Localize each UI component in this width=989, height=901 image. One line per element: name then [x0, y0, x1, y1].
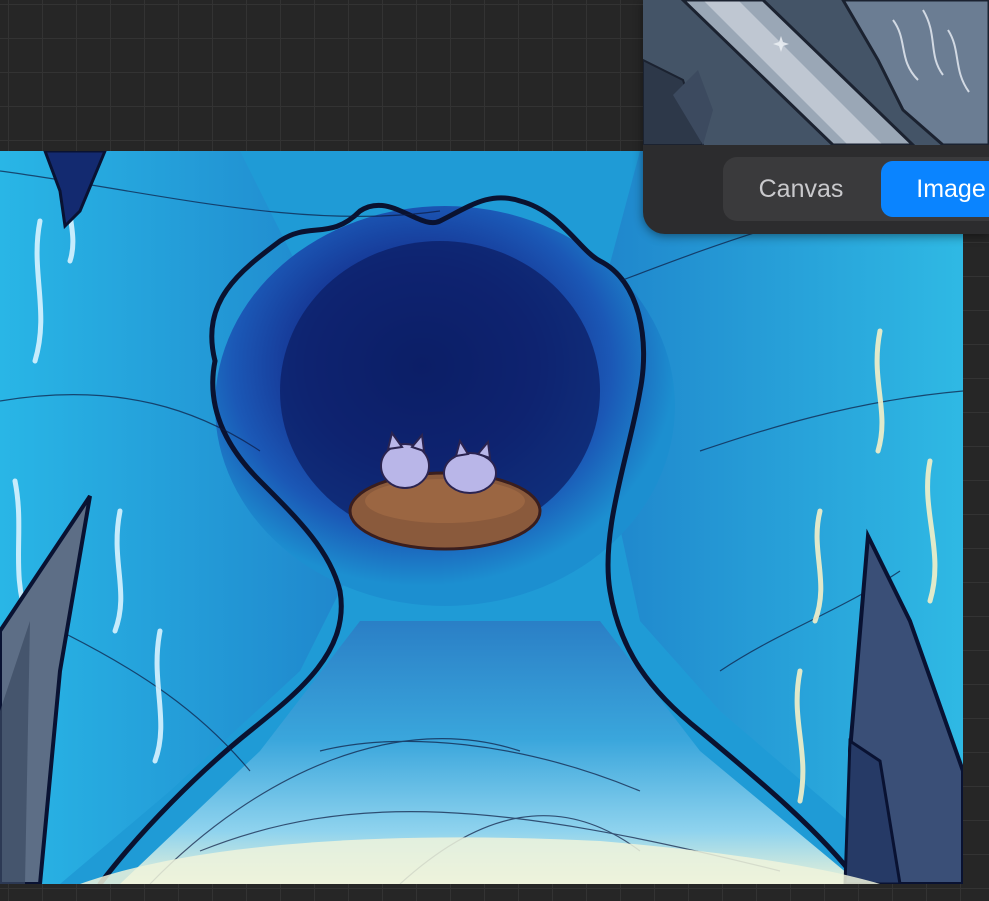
tab-image[interactable]: Image: [881, 161, 989, 217]
reference-image-preview[interactable]: [643, 0, 989, 145]
tab-canvas[interactable]: Canvas: [727, 161, 875, 217]
reference-panel: Canvas Image: [643, 0, 989, 234]
view-mode-segmented-control: Canvas Image: [723, 157, 989, 221]
reference-thumbnail: [643, 0, 989, 145]
artwork-canvas[interactable]: [0, 151, 963, 884]
cave-painting: [0, 151, 963, 884]
